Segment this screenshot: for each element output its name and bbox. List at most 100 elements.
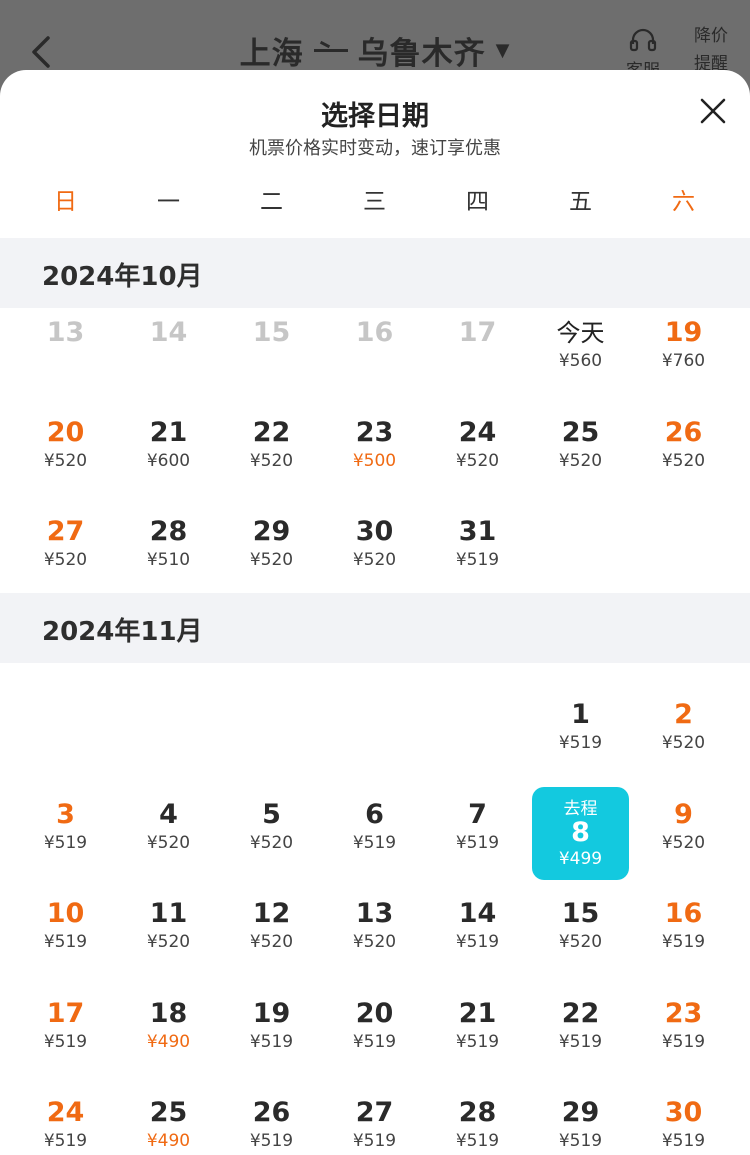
date-cell[interactable]: 23 ¥519 <box>632 989 735 1085</box>
weekday-label: 六 <box>672 189 695 215</box>
date-number: 19 <box>252 997 291 1029</box>
date-cell[interactable]: 28 ¥519 <box>426 1088 529 1155</box>
date-number: 26 <box>252 1097 291 1128</box>
date-cell[interactable]: 13 ¥520 <box>323 889 426 985</box>
date-cell[interactable]: 22 ¥520 <box>220 408 323 504</box>
date-cell[interactable]: 去程 8 ¥499 <box>529 786 632 886</box>
date-cell[interactable]: 12 ¥520 <box>220 889 323 985</box>
date-cell[interactable]: 10 ¥519 <box>14 889 117 985</box>
date-price: ¥600 <box>146 450 191 471</box>
date-price: ¥520 <box>146 832 191 853</box>
date-cell: 13 <box>14 308 117 404</box>
date-cell[interactable]: 3 ¥519 <box>14 790 117 886</box>
date-cell[interactable]: 19 ¥519 <box>220 989 323 1085</box>
date-price: ¥519 <box>249 1131 294 1151</box>
date-price: ¥519 <box>43 832 88 853</box>
date-cell[interactable]: 26 ¥520 <box>632 408 735 504</box>
date-cell[interactable]: 27 ¥520 <box>14 507 117 603</box>
date-cell[interactable]: 5 ¥520 <box>220 790 323 886</box>
date-price: ¥520 <box>558 450 603 471</box>
date-cell[interactable]: 16 ¥519 <box>632 889 735 985</box>
date-price: ¥519 <box>455 1031 500 1052</box>
date-cell[interactable]: 29 ¥519 <box>529 1088 632 1155</box>
date-number: 6 <box>365 798 384 830</box>
weekday-label: 二 <box>260 189 283 215</box>
date-price: ¥519 <box>249 1031 294 1052</box>
date-price: ¥520 <box>558 932 603 952</box>
date-cell[interactable]: 25 ¥490 <box>117 1088 220 1155</box>
date-price: ¥519 <box>455 550 500 570</box>
date-number: 26 <box>664 416 703 448</box>
date-cell[interactable]: 28 ¥510 <box>117 507 220 603</box>
date-cell[interactable]: 1 ¥519 <box>529 690 632 786</box>
date-price: ¥519 <box>455 932 500 952</box>
date-number: 28 <box>458 1097 497 1128</box>
date-cell[interactable]: 29 ¥520 <box>220 507 323 603</box>
date-cell[interactable]: 4 ¥520 <box>117 790 220 886</box>
date-cell[interactable]: 6 ¥519 <box>323 790 426 886</box>
date-number: 27 <box>46 516 85 547</box>
date-number: 30 <box>664 1097 703 1128</box>
date-price: ¥520 <box>661 733 706 753</box>
date-cell[interactable]: 24 ¥519 <box>14 1088 117 1155</box>
date-number: 27 <box>355 1097 394 1128</box>
date-number: 29 <box>561 1097 600 1128</box>
date-cell[interactable]: 21 ¥519 <box>426 989 529 1085</box>
date-number: 29 <box>252 516 291 547</box>
date-price: ¥490 <box>146 1131 191 1151</box>
date-cell[interactable]: 19 ¥760 <box>632 308 735 404</box>
weekday-header-row: 日 一 二 三 四 五 六 <box>14 182 736 216</box>
date-cell[interactable]: 26 ¥519 <box>220 1088 323 1155</box>
date-number: 15 <box>561 898 600 929</box>
date-number: 20 <box>46 416 85 448</box>
date-cell[interactable]: 21 ¥600 <box>117 408 220 504</box>
date-number: 20 <box>355 997 394 1029</box>
date-number: 11 <box>149 898 188 929</box>
date-cell[interactable]: 11 ¥520 <box>117 889 220 985</box>
date-cell[interactable]: 31 ¥519 <box>426 507 529 603</box>
date-price: ¥520 <box>661 450 706 471</box>
date-number: 16 <box>664 898 703 929</box>
date-cell: 17 <box>426 308 529 404</box>
date-number: 10 <box>46 898 85 929</box>
date-price: ¥519 <box>352 1131 397 1151</box>
date-price: ¥519 <box>661 932 706 952</box>
date-number: 8 <box>571 816 590 848</box>
date-cell: 16 <box>323 308 426 404</box>
date-number: 14 <box>149 317 188 348</box>
calendar-grid-october: 13 14 15 16 17 今天 ¥560 19 ¥760 20 ¥520 21 ¥600 22 ¥520… <box>14 308 736 598</box>
date-cell[interactable]: 27 ¥519 <box>323 1088 426 1155</box>
date-number: 25 <box>149 1097 188 1128</box>
close-icon[interactable] <box>698 96 728 126</box>
date-cell[interactable]: 20 ¥519 <box>323 989 426 1085</box>
date-price: ¥510 <box>146 550 191 570</box>
date-cell[interactable]: 23 ¥500 <box>323 408 426 504</box>
date-cell[interactable]: 今天 ¥560 <box>529 308 632 404</box>
date-number: 16 <box>355 317 394 348</box>
date-price: ¥520 <box>249 832 294 853</box>
date-number: 21 <box>458 997 497 1029</box>
date-cell[interactable]: 30 ¥519 <box>632 1088 735 1155</box>
date-cell[interactable]: 20 ¥520 <box>14 408 117 504</box>
date-number: 13 <box>355 898 394 929</box>
date-number: 13 <box>46 317 85 348</box>
date-cell[interactable]: 17 ¥519 <box>14 989 117 1085</box>
month-header-november: 2024年11月 <box>0 593 750 663</box>
date-cell[interactable]: 15 ¥520 <box>529 889 632 985</box>
date-number: 18 <box>149 997 188 1029</box>
price-alert-label: 降价 <box>694 26 728 46</box>
date-cell[interactable]: 30 ¥520 <box>323 507 426 603</box>
date-cell[interactable]: 7 ¥519 <box>426 790 529 886</box>
date-number: 31 <box>458 516 497 547</box>
date-number: 25 <box>561 416 600 448</box>
date-number: 2 <box>674 699 693 730</box>
date-cell[interactable]: 25 ¥520 <box>529 408 632 504</box>
date-cell[interactable]: 9 ¥520 <box>632 790 735 886</box>
date-cell[interactable]: 18 ¥490 <box>117 989 220 1085</box>
date-cell[interactable]: 24 ¥520 <box>426 408 529 504</box>
date-cell[interactable]: 14 ¥519 <box>426 889 529 985</box>
date-number: 19 <box>664 317 703 348</box>
date-price: ¥520 <box>455 450 500 471</box>
date-cell[interactable]: 22 ¥519 <box>529 989 632 1085</box>
date-cell[interactable]: 2 ¥520 <box>632 690 735 786</box>
